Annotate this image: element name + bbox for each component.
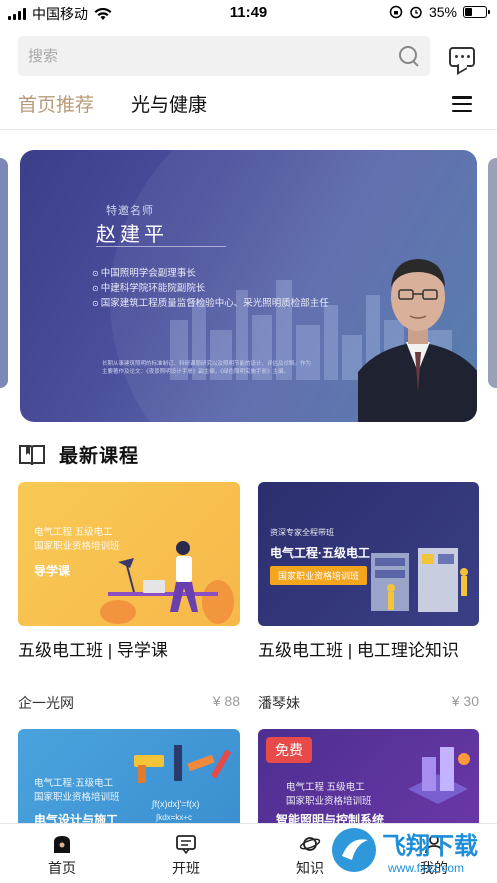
- rotation-lock-icon: [389, 5, 403, 19]
- banner-peek-left[interactable]: [0, 158, 8, 388]
- cover-badge: 国家职业资格培训班: [270, 566, 368, 585]
- search-input[interactable]: [28, 47, 398, 65]
- banner-name: 赵建平: [96, 224, 168, 246]
- status-bar: 中国移动 11:49 35%: [0, 0, 497, 26]
- nav-home[interactable]: 首页: [0, 824, 124, 883]
- course-cover-3[interactable]: 电气工程·五级电工 国家职业资格培训班 电气设计与施工 ∫f(x)dx]'=f(…: [18, 729, 240, 829]
- banner-subtitle: 特邀名师: [106, 205, 154, 217]
- banner-titles: 中国照明学会副理事长 中建科学院环能院副院长 国家建筑工程质量监督检验中心、采光…: [92, 266, 329, 311]
- course-cover-1[interactable]: 电气工程 五级电工 国家职业资格培训班 导学课: [18, 482, 240, 626]
- tab-light-health[interactable]: 光与健康: [131, 90, 207, 117]
- banner-carousel[interactable]: 特邀名师 赵建平 中国照明学会副理事长 中建科学院环能院副院长 国家建筑工程质量…: [20, 150, 477, 422]
- cover-text: 国家职业资格培训班: [34, 792, 120, 803]
- nav-label: 开班: [172, 860, 200, 876]
- cover-text: 电气工程·五级电工: [34, 778, 114, 789]
- search-bar[interactable]: [18, 36, 430, 76]
- banner-underline: [96, 246, 226, 247]
- cover-title: 导学课: [34, 564, 71, 578]
- watermark-text: 飞翔下载: [382, 832, 478, 860]
- divider: [0, 129, 497, 130]
- nav-class[interactable]: 开班: [124, 824, 248, 883]
- cover-text: 国家职业资格培训班: [286, 796, 372, 807]
- top-tabs: 首页推荐 光与健康: [18, 90, 207, 117]
- banner-title-item: 中建科学院环能院副院长: [92, 281, 329, 296]
- speaker-portrait: [358, 259, 477, 422]
- person-at-desk-illustration: [100, 541, 234, 624]
- book-icon: [19, 444, 45, 465]
- watermark-logo: 飞翔下载 www.fxxz.com: [332, 828, 478, 875]
- course-cover-4[interactable]: 免费 电气工程 五级电工 国家职业资格培训班 智能照明与控制系统: [258, 729, 479, 829]
- nav-label: 首页: [48, 860, 76, 876]
- banner-peek-right[interactable]: [488, 158, 497, 388]
- free-badge: 免费: [266, 737, 312, 763]
- watermark-url: www.fxxz.com: [387, 861, 464, 875]
- course-title[interactable]: 五级电工班 | 导学课: [18, 636, 168, 661]
- course-title[interactable]: 五级电工班 | 电工理论知识: [258, 636, 459, 661]
- class-icon: [176, 835, 196, 854]
- status-right: 35%: [389, 4, 490, 20]
- course-price: ¥ 88: [212, 693, 240, 709]
- cover-text: 资深专家全程带班: [270, 528, 334, 537]
- course-price: ¥ 30: [451, 693, 479, 709]
- cover-title: 电气工程·五级电工: [270, 546, 370, 560]
- cover-formula: ∫f(x)dx]'=f(x): [152, 799, 200, 809]
- electricians-illustration: [371, 548, 468, 612]
- planet-icon: [299, 837, 321, 851]
- home-icon: [54, 836, 70, 853]
- battery-percent: 35%: [428, 4, 457, 20]
- alarm-icon: [410, 6, 422, 19]
- course-author: 企一光网: [18, 695, 74, 711]
- message-icon[interactable]: [449, 47, 475, 67]
- search-icon[interactable]: [398, 45, 420, 67]
- banner-title-item: 国家建筑工程质量监督检验中心、采光照明质检部主任: [92, 296, 329, 311]
- course-author: 潘琴妹: [258, 695, 300, 711]
- banner-note: 长期从事建筑照明的标准制订、科研课题研究以及照明节能的设计、评估及诊断。作为主要…: [102, 361, 312, 375]
- nav-label: 知识: [296, 860, 324, 876]
- tab-home-recommend[interactable]: 首页推荐: [18, 90, 94, 117]
- menu-icon[interactable]: [452, 96, 472, 112]
- cover-text: 电气工程 五级电工: [286, 782, 365, 793]
- course-cover-2[interactable]: 资深专家全程带班 电气工程·五级电工 国家职业资格培训班: [258, 482, 479, 626]
- tools-illustration: [134, 745, 232, 783]
- banner-title-item: 中国照明学会副理事长: [92, 266, 329, 281]
- battery-icon: [463, 6, 490, 18]
- section-header-latest-courses: 最新课程: [18, 441, 139, 468]
- smart-building-illustration: [408, 747, 470, 804]
- section-title: 最新课程: [59, 446, 140, 467]
